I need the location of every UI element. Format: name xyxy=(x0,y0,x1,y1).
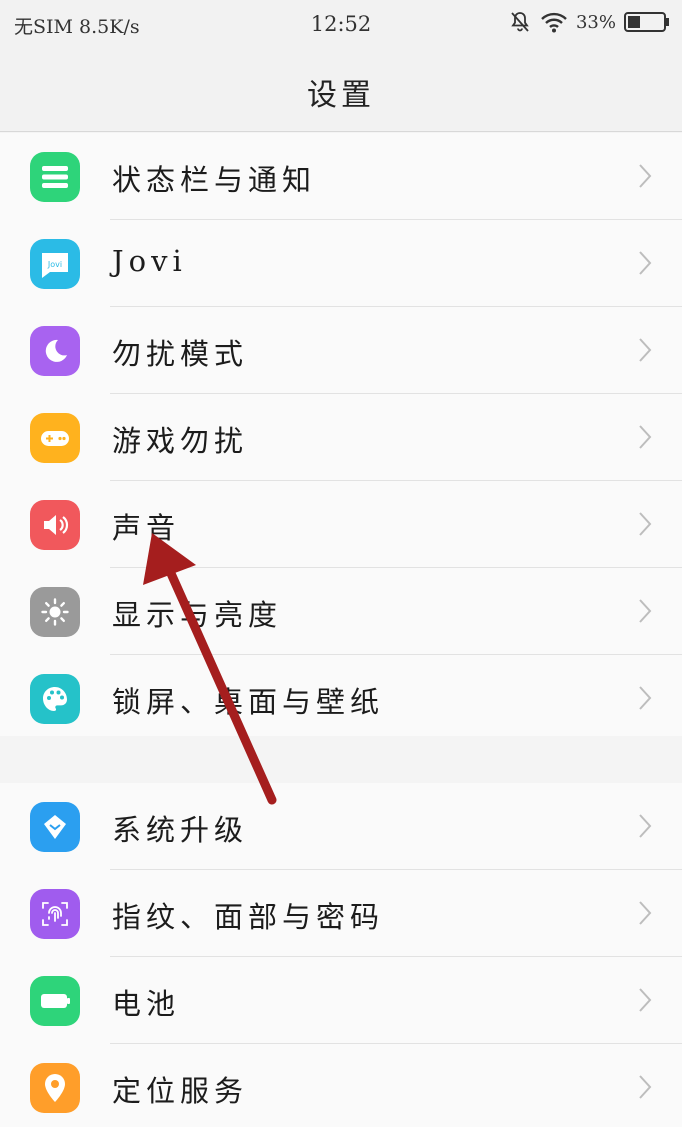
sun-icon xyxy=(30,587,80,637)
settings-group-2: 系统升级 指纹、面部与密码 电池 定位服务 xyxy=(0,783,682,1127)
location-icon xyxy=(30,1063,80,1113)
chevron-right-icon xyxy=(639,251,652,275)
battery-status-icon xyxy=(624,11,670,33)
settings-item-game-dnd[interactable]: 游戏勿扰 xyxy=(0,394,682,481)
moon-icon xyxy=(30,326,80,376)
settings-item-label: 定位服务 xyxy=(112,1074,249,1108)
status-bar: 无SIM 8.5K/s 12:52 33% xyxy=(0,0,682,48)
settings-item-label: 游戏勿扰 xyxy=(112,424,249,458)
page-title: 设置 xyxy=(307,78,375,113)
chevron-right-icon xyxy=(639,164,652,188)
mute-bell-icon xyxy=(508,10,532,34)
speaker-icon xyxy=(30,500,80,550)
settings-item-battery[interactable]: 电池 xyxy=(0,957,682,1044)
wifi-icon xyxy=(540,11,568,33)
chevron-right-icon xyxy=(639,814,652,838)
chevron-right-icon xyxy=(639,338,652,362)
settings-item-label: 勿扰模式 xyxy=(112,337,249,371)
jovi-icon: Jovi xyxy=(30,239,80,289)
settings-item-location[interactable]: 定位服务 xyxy=(0,1044,682,1127)
settings-item-display-brightness[interactable]: 显示与亮度 xyxy=(0,568,682,655)
chevron-right-icon xyxy=(639,425,652,449)
settings-item-label: 指纹、面部与密码 xyxy=(112,900,385,934)
settings-item-fingerprint-face-password[interactable]: 指纹、面部与密码 xyxy=(0,870,682,957)
settings-item-label: 状态栏与通知 xyxy=(112,163,317,197)
battery-percent: 33% xyxy=(575,11,616,33)
settings-group-1: 状态栏与通知 Jovi Jovi 勿扰模式 游戏勿扰 声音 显示与亮度 锁屏、桌… xyxy=(0,133,682,736)
settings-item-label: 显示与亮度 xyxy=(112,598,283,632)
gamepad-icon xyxy=(30,413,80,463)
palette-icon xyxy=(30,674,80,724)
chevron-right-icon xyxy=(639,988,652,1012)
page-header: 设置 xyxy=(0,48,682,132)
status-bar-icon xyxy=(30,152,80,202)
settings-item-jovi[interactable]: Jovi Jovi xyxy=(0,220,682,307)
settings-item-label: 系统升级 xyxy=(112,813,249,847)
battery-icon xyxy=(30,976,80,1026)
settings-item-label: 声音 xyxy=(112,511,181,545)
fingerprint-icon xyxy=(30,889,80,939)
settings-item-sound[interactable]: 声音 xyxy=(0,481,682,568)
chevron-right-icon xyxy=(639,1075,652,1099)
settings-item-label: 电池 xyxy=(112,987,181,1021)
chevron-right-icon xyxy=(639,512,652,536)
settings-item-system-upgrade[interactable]: 系统升级 xyxy=(0,783,682,870)
chevron-right-icon xyxy=(639,686,652,710)
settings-item-do-not-disturb[interactable]: 勿扰模式 xyxy=(0,307,682,394)
chevron-right-icon xyxy=(639,599,652,623)
status-right: 33% xyxy=(508,10,670,34)
settings-item-label: 锁屏、桌面与壁纸 xyxy=(112,685,385,719)
settings-item-label: Jovi xyxy=(112,244,187,278)
jovi-icon-text: Jovi xyxy=(47,260,62,269)
chevron-right-icon xyxy=(639,901,652,925)
upgrade-icon xyxy=(30,802,80,852)
settings-item-lockscreen-wallpaper[interactable]: 锁屏、桌面与壁纸 xyxy=(0,655,682,742)
settings-item-status-bar[interactable]: 状态栏与通知 xyxy=(0,133,682,220)
